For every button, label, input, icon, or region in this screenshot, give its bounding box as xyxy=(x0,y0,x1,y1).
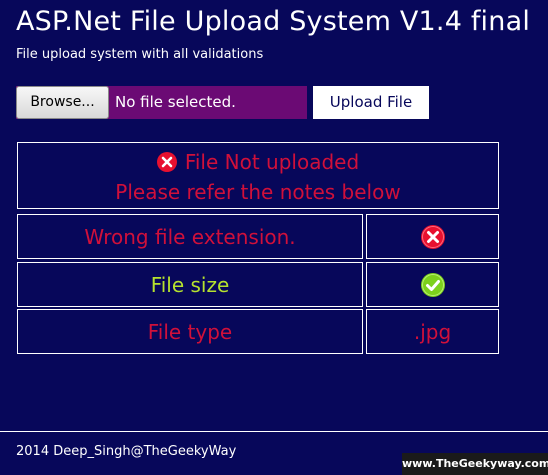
upload-status-box: File Not uploaded Please refer the notes… xyxy=(17,142,499,209)
check-label-type: File type xyxy=(17,309,363,354)
status-note: Please refer the notes below xyxy=(115,180,401,204)
check-label-size: File size xyxy=(17,262,363,307)
watermark: www.TheGeekyway.com xyxy=(402,453,548,475)
page-title: ASP.Net File Upload System V1.4 final xyxy=(16,6,531,37)
error-icon xyxy=(420,224,445,249)
check-label-extension: Wrong file extension. xyxy=(17,214,363,259)
file-input[interactable]: Browse... No file selected. xyxy=(16,86,307,119)
check-icon xyxy=(420,272,445,297)
footer-divider xyxy=(0,431,548,432)
check-result-type: .jpg xyxy=(366,309,499,354)
error-icon xyxy=(156,152,177,172)
upload-file-button[interactable]: Upload File xyxy=(313,86,429,119)
file-status-text: No file selected. xyxy=(115,93,236,111)
browse-button[interactable]: Browse... xyxy=(16,86,109,119)
status-headline: File Not uploaded xyxy=(184,150,360,174)
footer-copyright: 2014 Deep_Singh@TheGeekyWay xyxy=(16,444,237,459)
check-result-size xyxy=(366,262,499,307)
page-subtitle: File upload system with all validations xyxy=(16,47,264,62)
check-result-extension xyxy=(366,214,499,259)
